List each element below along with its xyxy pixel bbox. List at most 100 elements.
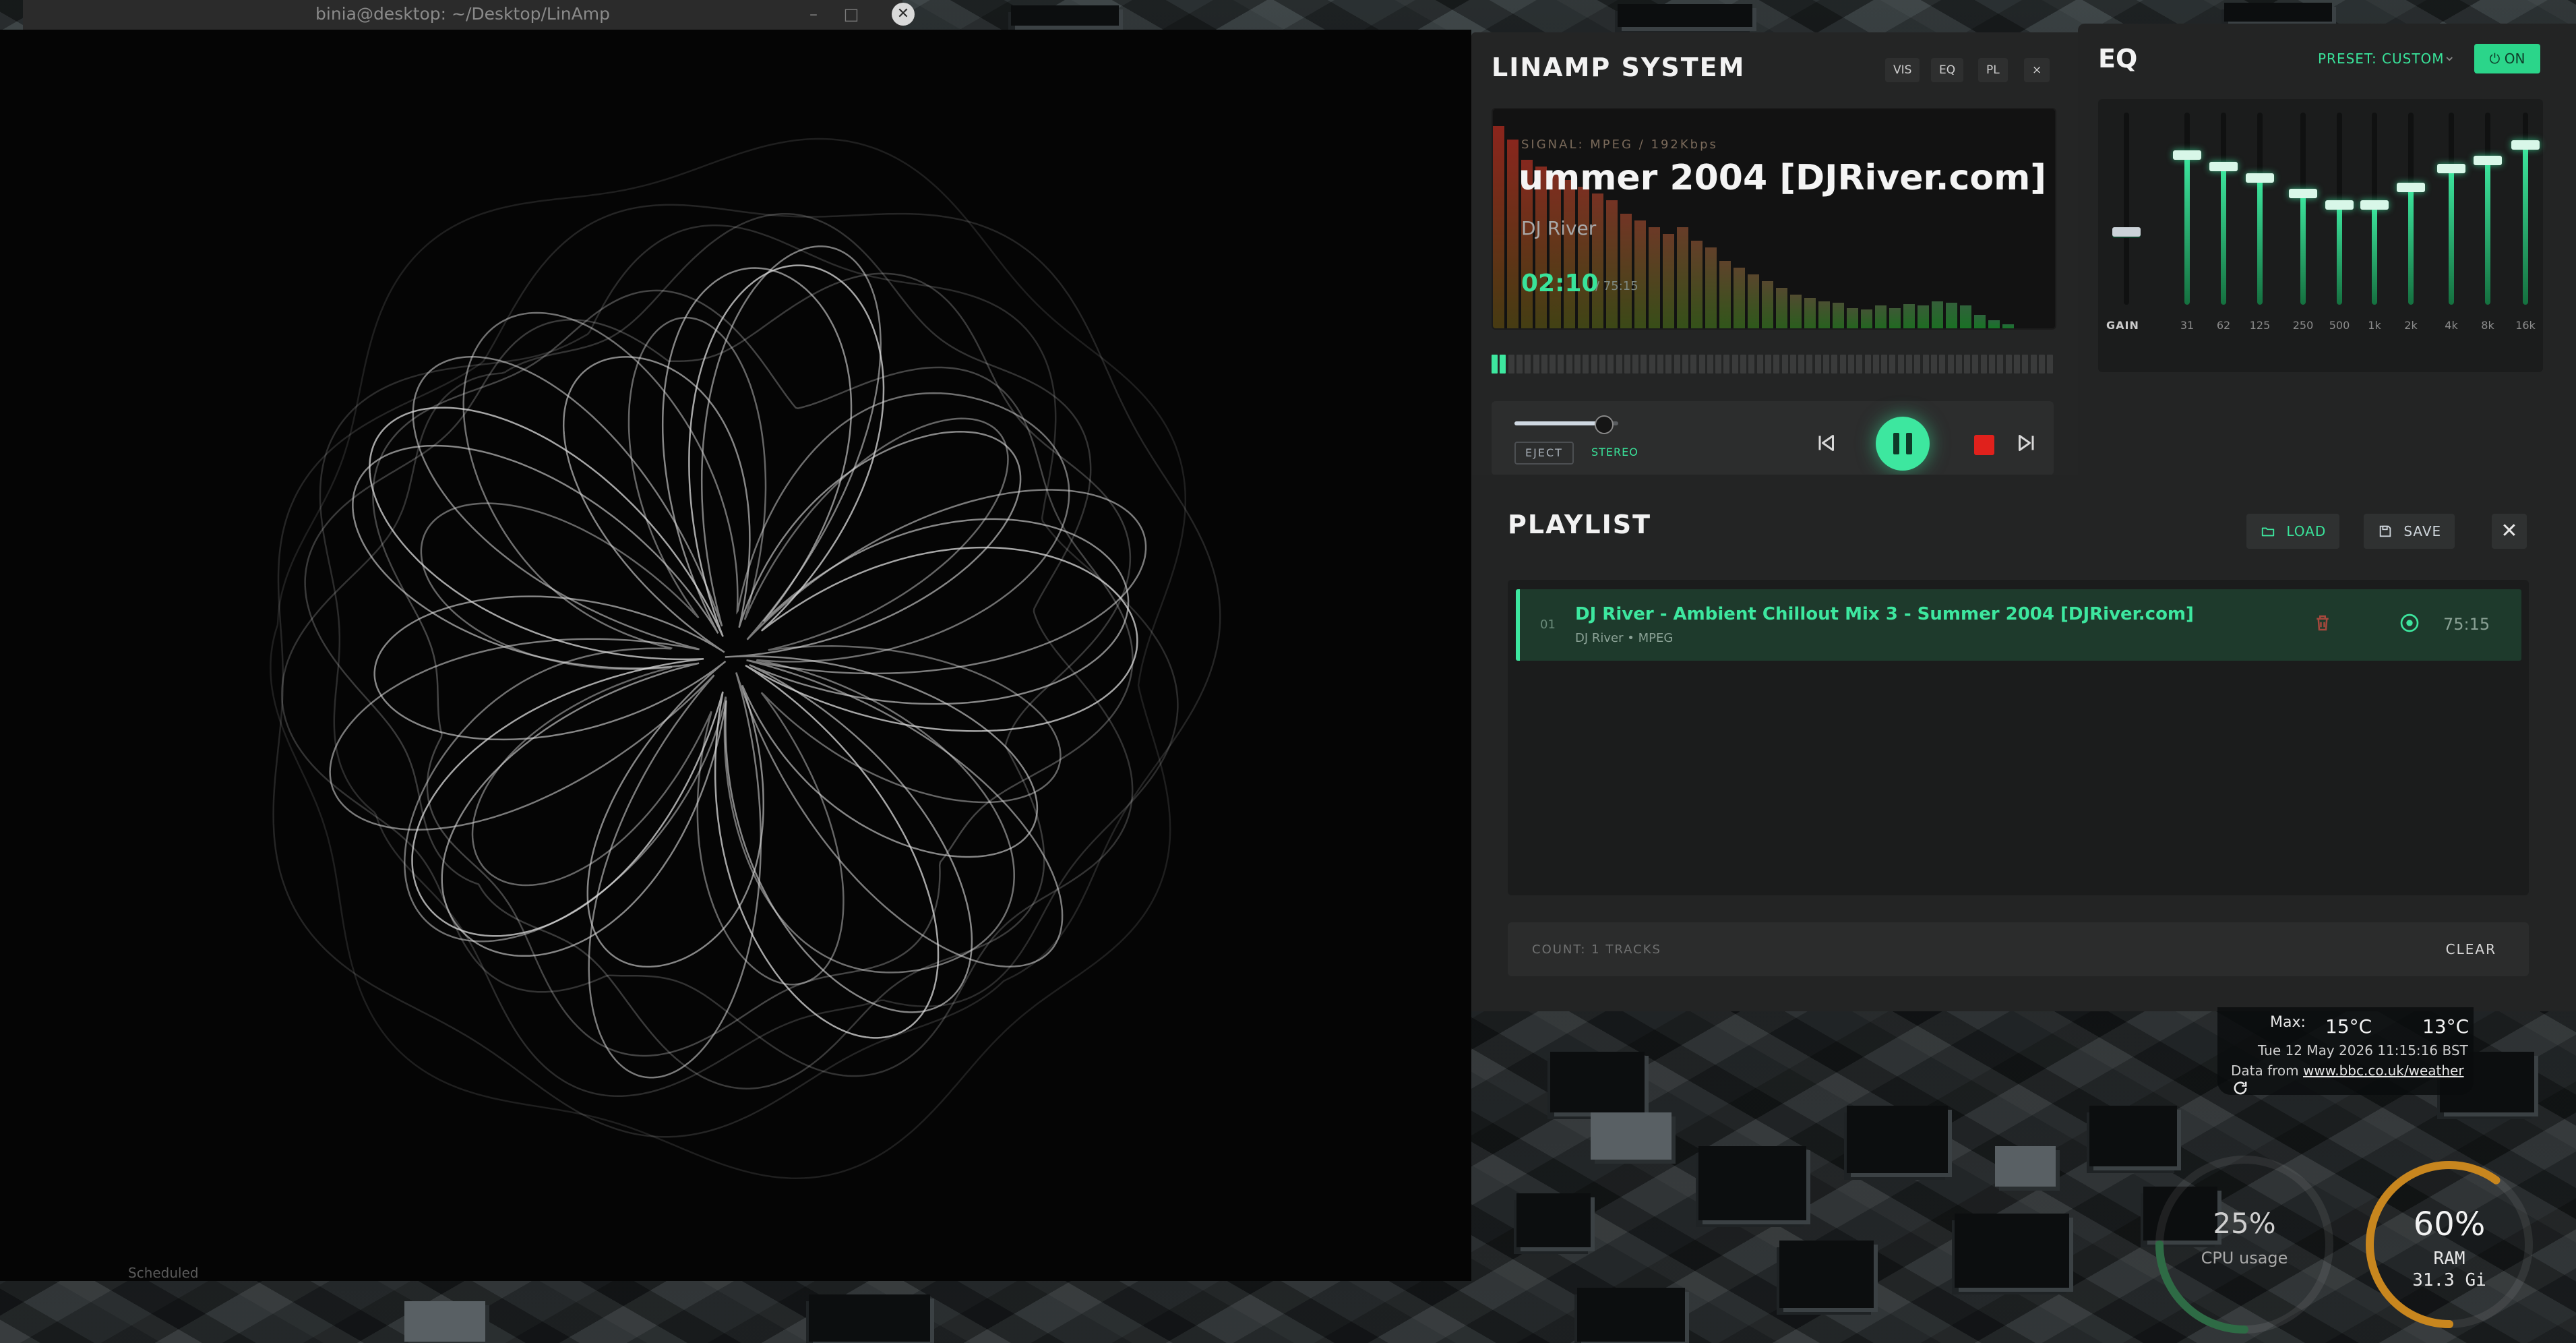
track-meta: DJ River • MPEG — [1575, 631, 1674, 645]
seek-segment — [1947, 355, 1954, 374]
seek-segment — [1756, 355, 1763, 374]
vis-toggle-button[interactable]: VIS — [1885, 58, 1920, 82]
stop-button[interactable] — [1974, 435, 1994, 455]
minimize-button[interactable]: – — [803, 4, 824, 24]
eq-slider-fill — [2257, 177, 2263, 305]
eq-power-toggle[interactable]: ⏻ ON — [2474, 44, 2540, 73]
spectrum-bar — [1578, 187, 1589, 328]
spectrum-bar — [1903, 304, 1915, 328]
eq-slider[interactable] — [2437, 113, 2465, 305]
seek-segment — [1980, 355, 1987, 374]
eq-band-label: 1k — [2368, 319, 2381, 332]
flower-visualizer-graphic — [270, 138, 1221, 1179]
eq-slider-knob[interactable] — [2173, 150, 2201, 160]
eq-slider-knob[interactable] — [2246, 173, 2274, 183]
seek-segment — [1881, 355, 1888, 374]
seek-bar[interactable] — [1492, 355, 2054, 374]
eq-slider-knob[interactable] — [2360, 200, 2389, 210]
refresh-icon[interactable] — [2231, 1079, 2250, 1098]
spectrum-bar — [1649, 227, 1660, 328]
now-playing-artist: DJ River — [1521, 217, 1597, 239]
seek-segment — [1831, 355, 1838, 374]
load-button[interactable]: LOAD — [2246, 514, 2340, 549]
eq-slider-knob[interactable] — [2209, 161, 2238, 171]
spectrum-bar — [1875, 305, 1887, 328]
terminal-titlebar[interactable]: binia@desktop: ~/Desktop/LinAmp – □ ✕ — [23, 0, 915, 30]
eq-slider-knob[interactable] — [2325, 200, 2354, 210]
close-window-button[interactable]: ✕ — [892, 3, 915, 26]
cpu-value: 25% — [2213, 1207, 2276, 1240]
seek-segment — [1806, 355, 1813, 374]
playlist-toggle-button[interactable]: PL — [1978, 58, 2008, 82]
seek-segment — [1889, 355, 1896, 374]
chevron-down-icon[interactable]: ⌄ — [2443, 48, 2455, 65]
eq-slider[interactable] — [2112, 113, 2141, 305]
seek-segment — [1872, 355, 1879, 374]
eq-slider[interactable] — [2325, 113, 2354, 305]
seek-segment — [1665, 355, 1672, 374]
delete-track-button[interactable] — [2312, 612, 2333, 636]
eq-slider-fill — [2408, 187, 2414, 305]
max-temp-label: Max: — [2270, 1014, 2306, 1031]
wallpaper-block — [1011, 5, 1119, 26]
seek-segment — [1955, 355, 1962, 374]
eq-preset-select[interactable]: PRESET: CUSTOM — [2318, 51, 2445, 67]
next-track-button[interactable] — [2015, 431, 2039, 458]
seek-segment — [1823, 355, 1829, 374]
ram-value: 60% — [2413, 1205, 2486, 1243]
skip-back-icon — [1818, 435, 1834, 451]
eq-band-label: 500 — [2329, 319, 2350, 332]
seek-segment — [1989, 355, 1995, 374]
eq-slider[interactable] — [2289, 113, 2317, 305]
save-button[interactable]: SAVE — [2364, 514, 2455, 549]
cpu-label: CPU usage — [2201, 1249, 2288, 1267]
eq-sliders: GAIN 31 62 125 250 500 1k 2k 4k 8k 16k — [2098, 99, 2543, 372]
eq-slider-knob[interactable] — [2289, 188, 2317, 198]
previous-track-button[interactable] — [1814, 431, 1838, 458]
ram-total: 31.3 Gi — [2412, 1270, 2486, 1290]
playlist-row[interactable]: 01 DJ River - Ambient Chillout Mix 3 - S… — [1516, 589, 2521, 661]
spectrum-bar — [1804, 298, 1816, 328]
eject-button[interactable]: EJECT — [1514, 442, 1574, 465]
spectrum-bar — [1691, 241, 1703, 328]
eq-slider[interactable] — [2397, 113, 2425, 305]
eq-slider-knob[interactable] — [2397, 183, 2425, 193]
track-number: 01 — [1540, 618, 1556, 632]
spectrum-bar — [1847, 308, 1858, 328]
eq-slider[interactable] — [2209, 113, 2238, 305]
eq-slider[interactable] — [2173, 113, 2201, 305]
weather-widget: Max: 15°C 13°C Tue 12 May 2026 11:15:16 … — [2217, 1007, 2474, 1095]
volume-knob[interactable] — [1594, 415, 1614, 434]
eq-slider-fill — [2337, 204, 2342, 305]
close-playlist-button[interactable]: ✕ — [2492, 514, 2527, 549]
eq-slider[interactable] — [2511, 113, 2540, 305]
seek-segment — [2005, 355, 2012, 374]
eq-slider-knob[interactable] — [2112, 227, 2141, 237]
track-display: SIGNAL: MPEG / 192Kbps ummer 2004 [DJRiv… — [1492, 108, 2056, 330]
spectrum-bar — [1833, 303, 1844, 328]
eq-slider-knob[interactable] — [2511, 140, 2540, 150]
seek-segment — [1599, 355, 1605, 374]
playlist-title: PLAYLIST — [1508, 510, 1651, 539]
seek-segment — [1723, 355, 1730, 374]
stereo-indicator: STEREO — [1591, 446, 1638, 458]
seek-segment — [1541, 355, 1547, 374]
maximize-button[interactable]: □ — [841, 4, 861, 24]
eq-slider-fill — [2184, 154, 2190, 305]
eq-power-label: ON — [2504, 51, 2525, 67]
source-link[interactable]: www.bbc.co.uk/weather — [2303, 1063, 2464, 1079]
now-playing-title: ummer 2004 [DJRiver.com] — [1519, 158, 2047, 198]
clear-playlist-button[interactable]: CLEAR — [2446, 941, 2496, 957]
volume-slider[interactable] — [1514, 415, 1618, 434]
eq-toggle-button[interactable]: EQ — [1931, 58, 1964, 82]
pause-button[interactable] — [1876, 417, 1930, 471]
eq-slider[interactable] — [2474, 113, 2502, 305]
eq-slider[interactable] — [2360, 113, 2389, 305]
spectrum-bar — [1946, 303, 1957, 328]
eq-slider[interactable] — [2246, 113, 2274, 305]
eq-slider-knob[interactable] — [2437, 163, 2465, 173]
visualizer-curve — [270, 138, 1187, 1179]
close-player-button[interactable]: × — [2024, 58, 2050, 82]
visualizer-curve — [329, 245, 1147, 1079]
eq-slider-knob[interactable] — [2474, 156, 2502, 166]
